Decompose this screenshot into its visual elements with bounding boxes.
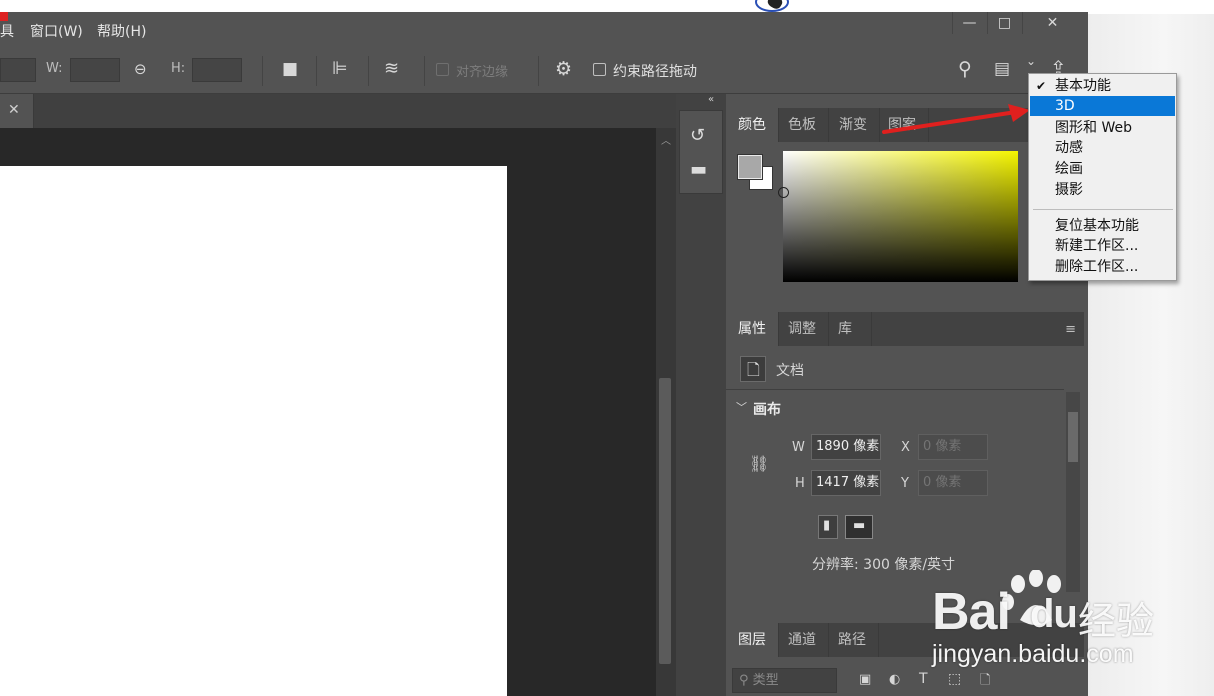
canvas-x-field[interactable]: 0 像素 bbox=[918, 434, 988, 460]
color-picker-marker[interactable] bbox=[778, 187, 789, 198]
landscape-orientation-icon[interactable]: ▬ bbox=[845, 515, 873, 539]
link-icon[interactable]: ⊖ bbox=[134, 60, 147, 78]
menu-help[interactable]: 帮助(H) bbox=[97, 21, 146, 41]
properties-scrollbar[interactable] bbox=[1066, 392, 1080, 592]
workspace-dropdown-menu: ✔ 基本功能 3D 图形和 Web 动感 绘画 摄影 复位基本功能 新建工作区.… bbox=[1028, 73, 1177, 281]
canvas-y-field[interactable]: 0 像素 bbox=[918, 470, 988, 496]
watermark-product: 经验 bbox=[1078, 599, 1155, 643]
portrait-orientation-icon[interactable]: ▮ bbox=[818, 515, 838, 539]
menu-item-reset-essentials[interactable]: 复位基本功能 bbox=[1030, 216, 1175, 236]
document-canvas[interactable] bbox=[0, 166, 507, 696]
scroll-up-icon[interactable]: ︿ bbox=[661, 132, 671, 147]
tab-gradients[interactable]: 渐变 bbox=[827, 108, 880, 142]
close-button[interactable]: ✕ bbox=[1022, 12, 1082, 34]
scrollbar-thumb[interactable] bbox=[659, 378, 671, 664]
canvas-section-title: 画布 bbox=[753, 402, 781, 418]
foreground-color-swatch[interactable] bbox=[737, 154, 763, 180]
red-arrow-annotation bbox=[882, 104, 1030, 134]
history-icon[interactable]: ↺ bbox=[690, 125, 705, 146]
tab-color[interactable]: 颜色 bbox=[726, 108, 779, 142]
menu-item-3d[interactable]: 3D bbox=[1030, 96, 1175, 116]
canvas-height-field[interactable]: 1417 像素 bbox=[811, 470, 881, 496]
shape-preset-select[interactable] bbox=[0, 58, 36, 82]
minimize-button[interactable]: — bbox=[952, 12, 986, 34]
path-arrangement-icon[interactable]: ≋ bbox=[384, 58, 399, 79]
constrain-path-checkbox[interactable] bbox=[593, 63, 606, 76]
chevron-down-icon[interactable]: ⌄ bbox=[1026, 54, 1036, 68]
menubar: 具 窗口(W) 帮助(H) — □ ✕ bbox=[0, 12, 1088, 46]
properties-panel-tabs: 属性 调整 库 ≡ bbox=[726, 312, 1084, 346]
width-input[interactable] bbox=[70, 58, 120, 82]
tab-properties[interactable]: 属性 bbox=[726, 312, 779, 346]
options-bar: W: ⊖ H: ■ ⊫ ≋ 对齐边缘 ⚙ 约束路径拖动 ⚲ ▤ ⌄ ⇪ bbox=[0, 46, 1088, 94]
height-input[interactable] bbox=[192, 58, 242, 82]
image-filter-icon[interactable]: ▣ bbox=[859, 672, 871, 687]
width-label: W: bbox=[46, 61, 63, 76]
menu-item-label: 基本功能 bbox=[1055, 78, 1111, 94]
canvas-width-field[interactable]: 1890 像素 bbox=[811, 434, 881, 460]
baidu-watermark: Bai du 经验 jingyan.baidu.com bbox=[930, 570, 1210, 690]
menu-window[interactable]: 窗口(W) bbox=[30, 21, 83, 41]
tab-paths[interactable]: 路径 bbox=[826, 623, 879, 657]
document-tab[interactable]: ✕ bbox=[0, 94, 34, 128]
adjustment-filter-icon[interactable]: ◐ bbox=[889, 672, 900, 687]
tab-close-icon[interactable]: ✕ bbox=[8, 102, 20, 118]
menu-item-motion[interactable]: 动感 bbox=[1030, 138, 1175, 158]
watermark-url: jingyan.baidu.com bbox=[932, 640, 1134, 668]
search-icon[interactable]: ⚲ bbox=[958, 58, 972, 80]
tab-channels[interactable]: 通道 bbox=[776, 623, 829, 657]
collapse-icon[interactable]: « bbox=[708, 94, 714, 105]
tab-swatches[interactable]: 色板 bbox=[776, 108, 829, 142]
document-tab-bar bbox=[0, 94, 676, 128]
canvas-expand-icon[interactable]: ﹀ bbox=[736, 399, 747, 415]
align-edges-label: 对齐边缘 bbox=[456, 65, 509, 80]
doc-label: 文档 bbox=[776, 363, 804, 379]
document-icon: 🗋 bbox=[740, 356, 766, 382]
menu-tools[interactable]: 具 bbox=[0, 21, 14, 41]
workspace-layout-icon[interactable]: ▤ bbox=[994, 59, 1010, 79]
search-icon: ⚲ bbox=[739, 673, 753, 688]
tab-layers[interactable]: 图层 bbox=[726, 623, 779, 657]
canvas-height-label: H bbox=[795, 476, 805, 491]
path-operations-icon[interactable]: ■ bbox=[282, 59, 298, 79]
panel-menu-icon[interactable]: ≡ bbox=[1065, 322, 1076, 337]
app-logo bbox=[0, 12, 8, 21]
gear-icon[interactable]: ⚙ bbox=[555, 58, 572, 80]
maximize-button[interactable]: □ bbox=[987, 12, 1021, 34]
canvas-width-label: W bbox=[792, 440, 805, 455]
properties-scroll-thumb[interactable] bbox=[1068, 412, 1078, 462]
watermark-brand-suffix: du bbox=[1030, 592, 1078, 636]
canvas-y-label: Y bbox=[901, 476, 909, 491]
menu-item-new-workspace[interactable]: 新建工作区... bbox=[1030, 236, 1175, 256]
menu-item-graphics-web[interactable]: 图形和 Web bbox=[1030, 118, 1175, 138]
panel-icons-group: ↺ ▬ bbox=[679, 110, 723, 194]
check-icon: ✔ bbox=[1036, 79, 1047, 93]
watermark-brand: Bai bbox=[932, 583, 1011, 641]
height-label: H: bbox=[171, 61, 186, 76]
menu-item-painting[interactable]: 绘画 bbox=[1030, 159, 1175, 179]
layer-filter-select[interactable]: ⚲ 类型 bbox=[732, 668, 837, 693]
canvas-x-label: X bbox=[901, 440, 910, 455]
align-edges-checkbox[interactable] bbox=[436, 63, 449, 76]
constrain-path-label: 约束路径拖动 bbox=[613, 64, 697, 80]
menu-item-essentials[interactable]: ✔ 基本功能 bbox=[1030, 76, 1175, 96]
tab-libraries[interactable]: 库 bbox=[826, 312, 872, 346]
menu-separator bbox=[1033, 209, 1173, 210]
link-dimensions-icon[interactable]: ⛓ bbox=[749, 454, 769, 473]
menu-item-photography[interactable]: 摄影 bbox=[1030, 180, 1175, 200]
comment-icon[interactable]: ▬ bbox=[690, 159, 707, 180]
type-filter-icon[interactable]: T bbox=[919, 671, 928, 687]
tab-adjustments[interactable]: 调整 bbox=[776, 312, 829, 346]
path-alignment-icon[interactable]: ⊫ bbox=[332, 58, 348, 79]
menu-item-delete-workspace[interactable]: 删除工作区... bbox=[1030, 257, 1175, 277]
layer-filter-label: 类型 bbox=[752, 673, 779, 688]
canvas-scrollbar[interactable]: ︿ bbox=[656, 128, 676, 696]
color-spectrum-field[interactable] bbox=[778, 151, 1018, 282]
